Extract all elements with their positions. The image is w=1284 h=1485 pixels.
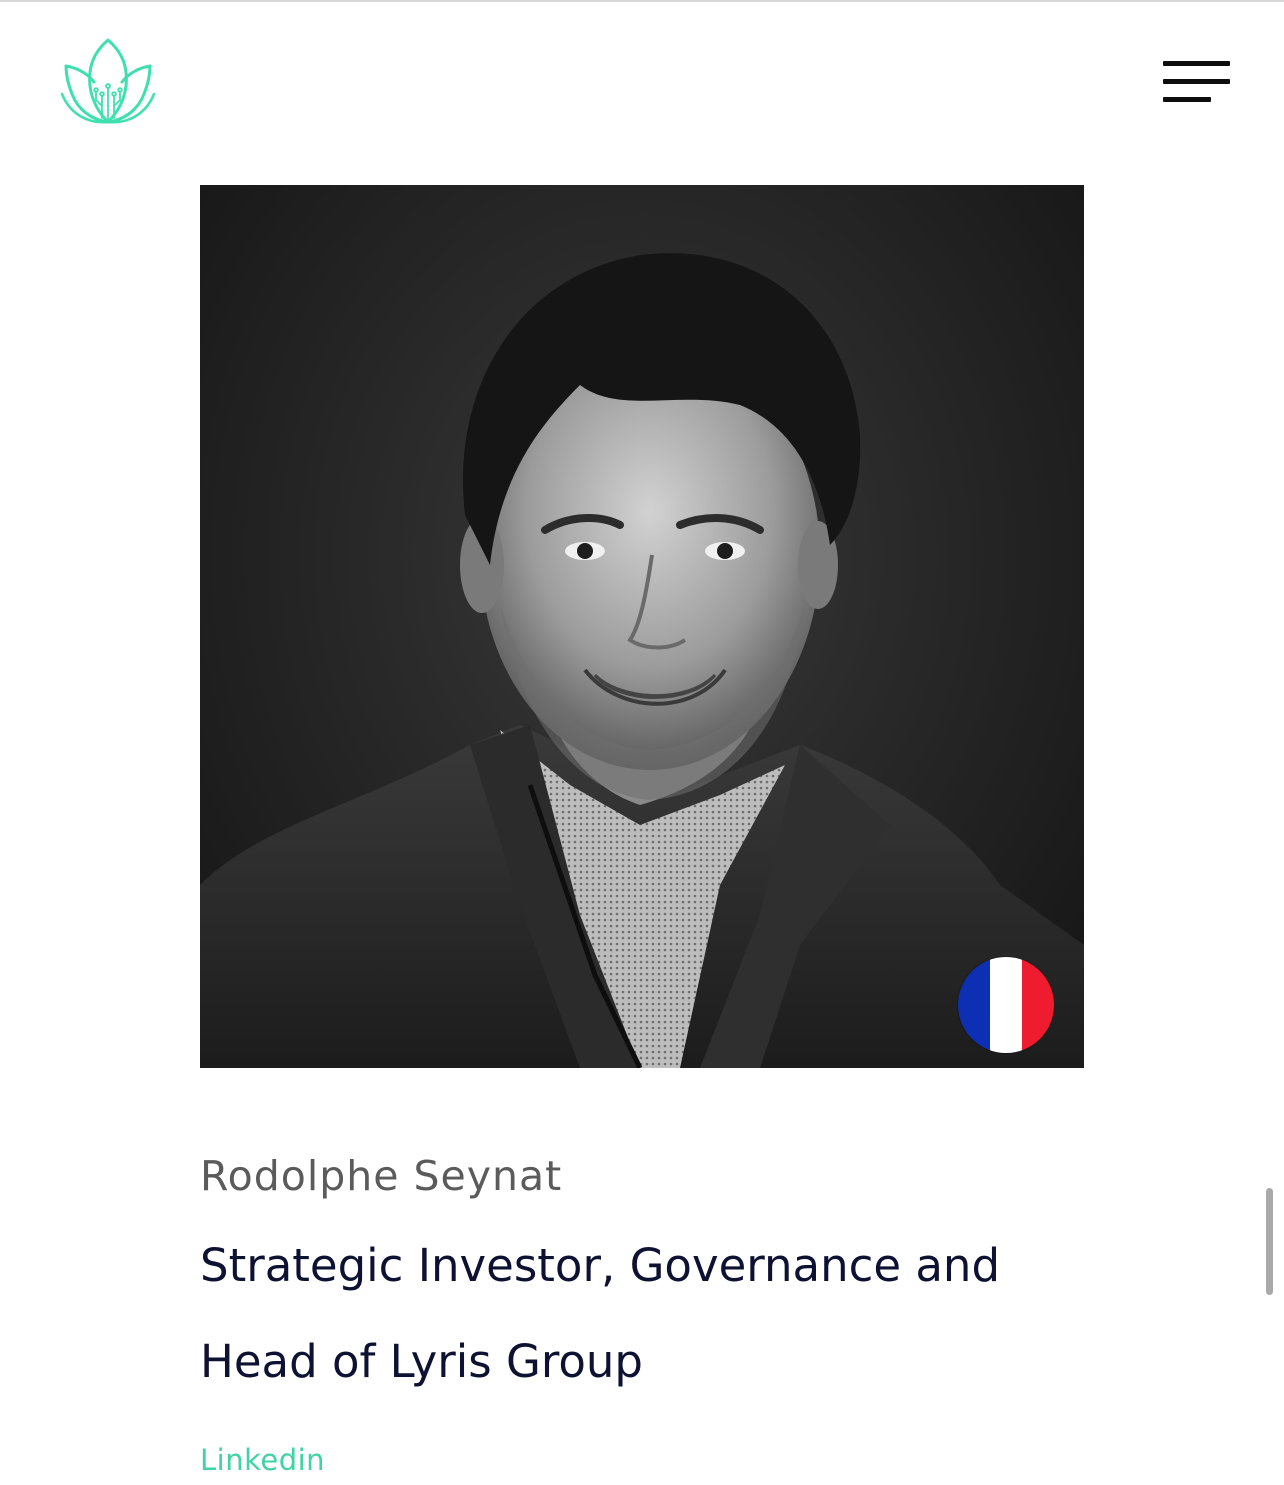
menu-line	[1163, 79, 1230, 84]
top-divider	[0, 0, 1284, 2]
lotus-logo-icon[interactable]	[58, 36, 158, 128]
hamburger-menu-icon[interactable]	[1158, 58, 1234, 108]
linkedin-link[interactable]: Linkedin	[200, 1443, 325, 1477]
portrait-photo	[200, 185, 1084, 1068]
flag-stripe-white	[990, 957, 1022, 1053]
scrollbar-thumb[interactable]	[1266, 1188, 1273, 1295]
person-role: Strategic Investor, Governance and Head …	[200, 1239, 1001, 1388]
france-flag-icon	[958, 957, 1054, 1053]
person-name: Rodolphe Seynat	[200, 1152, 563, 1200]
menu-line	[1163, 97, 1211, 102]
menu-line	[1163, 61, 1230, 66]
